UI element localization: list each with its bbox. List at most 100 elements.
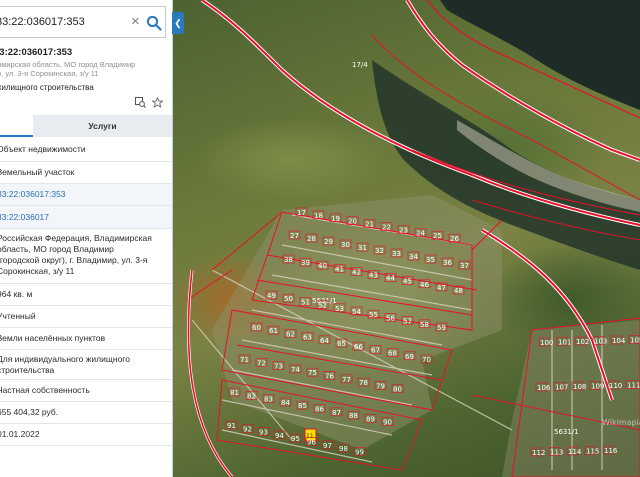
parcel-number: 36 [443, 259, 452, 267]
parcel-number: 93 [259, 429, 268, 437]
parcel-number: 30 [341, 241, 350, 249]
object-address: имирская область, МО город Владимир р, у… [0, 60, 135, 78]
row-cadastral-number[interactable]: 33:22:036017:353 [0, 184, 172, 206]
parcel-number: 26 [450, 235, 459, 243]
parcel-number: 70 [422, 356, 431, 364]
parcel-number: 112 [532, 449, 545, 457]
row-permitted-use: Для индивидуального жилищного строительс… [0, 350, 172, 380]
parcel-number: 92 [243, 425, 252, 433]
star-icon[interactable] [152, 97, 163, 108]
parcel-number: 79 [376, 382, 385, 390]
parcel-number: 116 [604, 447, 618, 455]
parcel-number: 17 [297, 209, 306, 217]
parcel-number: 25 [433, 232, 442, 240]
parcel-number: 73 [274, 363, 283, 371]
search-box[interactable]: 33:22:036017:353 × [0, 6, 166, 38]
parcel-number: 87 [332, 409, 341, 417]
parcel-number: 65 [337, 340, 346, 348]
parcel-number: 57 [403, 318, 412, 326]
map-label-17-4: 17/4 [352, 61, 368, 69]
parcel-number: 42 [352, 268, 361, 276]
parcel-number: 86 [315, 406, 324, 414]
parcel-number: 43 [369, 272, 378, 280]
zoom-to-object-icon[interactable] [135, 97, 146, 108]
parcel-number: 74 [291, 366, 300, 374]
parcel-number: 80 [393, 386, 402, 394]
parcel-number: 111 [627, 382, 640, 390]
parcel-number: 96 [307, 439, 316, 447]
close-icon[interactable]: × [131, 13, 140, 31]
parcel-number: 38 [284, 256, 293, 264]
parcel-number: 54 [352, 308, 361, 316]
row-category: Земли населённых пунктов [0, 328, 172, 350]
parcel-number: 110 [609, 382, 622, 390]
parcel-number: 31 [358, 244, 367, 252]
parcel-number: 40 [318, 262, 327, 270]
parcel-number: 91 [227, 422, 236, 430]
parcel-number: 84 [281, 399, 290, 407]
parcel-number: 61 [269, 327, 278, 335]
map-canvas[interactable]: 17/4 5631/1 5631/1 11 17 18 19 20 21 22 23 24 25… [172, 0, 640, 477]
parcel-number: 34 [409, 253, 418, 261]
parcel-number: 52 [318, 302, 327, 310]
property-list: Объект недвижимости Земельный участок 33… [0, 138, 172, 446]
parcel-number: 100 [540, 339, 553, 347]
parcel-number: 89 [366, 415, 375, 423]
parcel-number: 32 [375, 247, 384, 255]
search-input[interactable]: 33:22:036017:353 [0, 16, 85, 28]
parcel-number: 113 [550, 449, 563, 457]
parcel-number: 69 [405, 353, 414, 361]
parcel-number: 94 [275, 432, 284, 440]
row-address: Российская Федерация, Владимирская облас… [0, 229, 172, 284]
parcel-number: 24 [416, 229, 425, 237]
parcel-number: 58 [420, 321, 429, 329]
tab-info[interactable] [0, 115, 33, 137]
parcel-number: 33 [392, 250, 401, 258]
parcel-number: 20 [348, 218, 357, 226]
parcel-number: 114 [568, 448, 582, 456]
parcel-number: 97 [323, 442, 332, 450]
tab-bar: Услуги [0, 115, 172, 137]
row-cadastral-quarter[interactable]: 33:22:036017 [0, 206, 172, 229]
parcel-number: 102 [576, 338, 589, 346]
parcel-number: 19 [331, 215, 340, 223]
parcel-number: 98 [339, 445, 348, 453]
parcel-number: 99 [355, 448, 364, 456]
parcel-number: 109 [591, 383, 604, 391]
parcel-number: 107 [555, 384, 568, 392]
parcel-number: 27 [290, 232, 299, 240]
address-line-2: р, ул. 3-я Сорокинская, з/у 11 [0, 69, 99, 78]
parcel-number: 90 [383, 419, 392, 427]
parcel-number: 82 [247, 392, 256, 400]
parcel-number: 44 [386, 275, 395, 283]
parcel-number: 63 [303, 334, 312, 342]
parcel-number: 103 [594, 338, 607, 346]
object-purpose: жилищного строительства [0, 83, 94, 92]
parcel-number: 29 [324, 238, 333, 246]
parcel-number: 45 [403, 278, 412, 286]
parcel-number: 39 [301, 259, 310, 267]
parcel-number: 22 [382, 224, 391, 232]
parcel-number: 106 [537, 384, 551, 392]
parcel-number: 108 [573, 383, 586, 391]
parcel-number: 68 [388, 350, 397, 358]
parcel-number: 75 [308, 369, 317, 377]
row-cadastral-value: 655 404,32 руб. [0, 402, 172, 424]
collapse-panel-button[interactable]: ❮ [172, 12, 184, 34]
parcel-number: 59 [437, 324, 446, 332]
parcel-number: 81 [230, 389, 239, 397]
search-icon[interactable] [146, 15, 162, 31]
parcel-number: 28 [307, 235, 316, 243]
parcel-number: 23 [399, 226, 408, 234]
parcel-number: 60 [252, 324, 261, 332]
row-object-type: Объект недвижимости [0, 138, 172, 162]
info-panel: 33:22:036017:353 × 33:22:036017:353 имир… [0, 0, 173, 477]
parcel-number: 77 [342, 376, 351, 384]
parcel-number: 48 [454, 287, 463, 295]
tab-services[interactable]: Услуги [33, 115, 172, 137]
parcel-number: 115 [586, 448, 599, 456]
map-label-5631-1-b: 5631/1 [554, 428, 579, 436]
app-root: 17/4 5631/1 5631/1 11 17 18 19 20 21 22 23 24 25… [0, 0, 640, 477]
object-title: 33:22:036017:353 [0, 47, 73, 58]
row-status: Учтенный [0, 306, 172, 328]
